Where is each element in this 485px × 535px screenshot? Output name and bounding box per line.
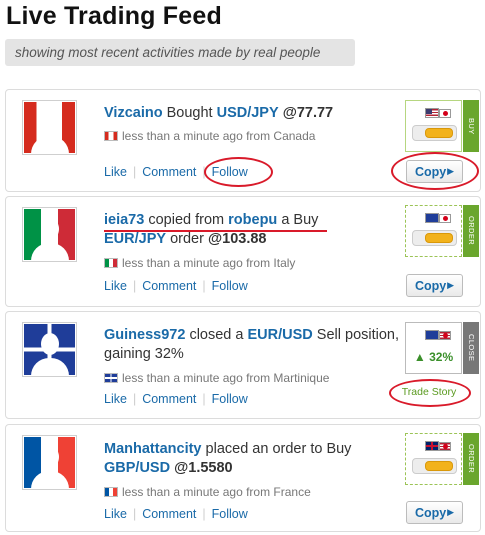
highlight-underline [104, 230, 327, 232]
canada-flag-icon [104, 131, 118, 141]
activity-text: Vizcaino Bought USD/JPY @77.77 [104, 104, 404, 123]
sentiment-bar-fill [425, 233, 453, 243]
copy-button-label: Copy [415, 165, 447, 179]
uk-flag-icon [425, 441, 439, 451]
comment-link[interactable]: Comment [142, 392, 196, 406]
sentiment-bar-fill [425, 461, 453, 471]
like-link[interactable]: Like [104, 279, 127, 293]
comment-link[interactable]: Comment [142, 165, 196, 179]
like-link[interactable]: Like [104, 392, 127, 406]
pair-link[interactable]: GBP/USD [104, 460, 170, 476]
user-link[interactable]: ieia73 [104, 212, 144, 228]
sentiment-bar-fill [425, 128, 453, 138]
copy-button[interactable]: Copy ▶ [406, 501, 463, 524]
like-link[interactable]: Like [104, 507, 127, 521]
activity-verb: placed an order to Buy [205, 441, 352, 457]
italy-flag-icon [104, 258, 118, 268]
user-link[interactable]: Guiness972 [104, 327, 185, 343]
activity-meta: less than a minute ago from Canada [104, 129, 315, 143]
action-links: Like | Comment | Follow [104, 507, 248, 521]
trade-type-tab: BUY [463, 100, 479, 152]
feed-item: ieia73 copied from robepu a Buy EUR/JPY … [5, 196, 481, 307]
avatar-silhouette-head [40, 111, 59, 133]
follow-link[interactable]: Follow [212, 507, 248, 521]
activity-time-location: less than a minute ago from Canada [122, 129, 316, 143]
feed-item: Vizcaino Bought USD/JPY @77.77 less than… [5, 89, 481, 192]
user-link[interactable]: Manhattancity [104, 441, 202, 457]
activity-verb-2: Sell position, [316, 327, 400, 343]
activity-verb: Bought [166, 105, 213, 121]
trade-widget[interactable]: ORDER [405, 433, 479, 485]
activity-time-location: less than a minute ago from Italy [122, 256, 296, 270]
usa-flag-icon [425, 108, 439, 118]
activity-text: Guiness972 closed a EUR/USD Sell positio… [104, 326, 404, 364]
activity-time-location: less than a minute ago from France [122, 485, 311, 499]
action-links: Like | Comment | Follow [104, 279, 248, 293]
arrow-up-icon: ▲ [413, 350, 426, 364]
activity-time-location: less than a minute ago from Martinique [122, 371, 330, 385]
trade-story-highlight-ring [389, 379, 471, 407]
martinique-flag-icon [104, 373, 118, 383]
france-flag-icon [104, 487, 118, 497]
page-title: Live Trading Feed [6, 2, 222, 30]
usa-flag-icon [439, 442, 451, 451]
follow-link[interactable]: Follow [212, 392, 248, 406]
arrow-right-icon: ▶ [447, 280, 454, 290]
trade-widget[interactable]: ORDER [405, 205, 479, 257]
avatar-silhouette-head [40, 218, 59, 240]
follow-link[interactable]: Follow [212, 279, 248, 293]
trade-widget[interactable]: ▲ 32% CLOSE [405, 322, 479, 374]
avatar-silhouette-head [40, 446, 59, 468]
avatar-silhouette-head [40, 333, 59, 355]
gain-value: ▲ 32% [406, 350, 461, 364]
arrow-right-icon: ▶ [447, 166, 454, 176]
comment-link[interactable]: Comment [142, 507, 196, 521]
japan-flag-icon [439, 109, 451, 118]
pair-link[interactable]: EUR/JPY [104, 231, 166, 247]
price: @1.5580 [174, 460, 233, 476]
user-link[interactable]: Vizcaino [104, 105, 163, 121]
page-subtitle: showing most recent activities made by r… [5, 39, 355, 66]
trade-widget[interactable]: BUY [405, 100, 479, 152]
activity-verb-2: a Buy [281, 212, 319, 228]
copy-button-label: Copy [415, 279, 447, 293]
trade-type-tab: ORDER [463, 433, 479, 485]
activity-text: Manhattancity placed an order to Buy GBP… [104, 440, 404, 478]
activity-meta: less than a minute ago from Martinique [104, 371, 329, 385]
activity-verb: closed a [189, 327, 244, 343]
trade-type-tab: CLOSE [463, 322, 479, 374]
price: @103.88 [207, 231, 267, 247]
avatar[interactable] [22, 435, 77, 490]
comment-link[interactable]: Comment [142, 279, 196, 293]
follow-highlight-ring [204, 157, 273, 187]
japan-flag-icon [439, 214, 451, 223]
action-links: Like | Comment | Follow [104, 392, 248, 406]
usa-flag-icon [439, 331, 451, 340]
activity-meta: less than a minute ago from Italy [104, 256, 295, 270]
arrow-right-icon: ▶ [447, 507, 454, 517]
eu-flag-icon [425, 330, 439, 340]
pair-link[interactable]: EUR/USD [248, 327, 313, 343]
feed-item: Guiness972 closed a EUR/USD Sell positio… [5, 311, 481, 419]
activity-verb-3: order [170, 231, 204, 247]
activity-gain-text: gaining 32% [104, 346, 184, 362]
feed-item: Manhattancity placed an order to Buy GBP… [5, 424, 481, 532]
pair-link[interactable]: USD/JPY [217, 105, 279, 121]
source-user-link[interactable]: robepu [228, 212, 277, 228]
copy-button[interactable]: Copy ▶ [406, 274, 463, 297]
copy-button[interactable]: Copy ▶ [406, 160, 463, 183]
copy-button-label: Copy [415, 506, 447, 520]
activity-verb: copied from [148, 212, 225, 228]
activity-meta: less than a minute ago from France [104, 485, 311, 499]
eu-flag-icon [425, 213, 439, 223]
trade-type-tab: ORDER [463, 205, 479, 257]
avatar[interactable] [22, 207, 77, 262]
avatar[interactable] [22, 322, 77, 377]
gain-percent: 32% [429, 350, 454, 364]
avatar[interactable] [22, 100, 77, 155]
price: @77.77 [282, 105, 334, 121]
like-link[interactable]: Like [104, 165, 127, 179]
